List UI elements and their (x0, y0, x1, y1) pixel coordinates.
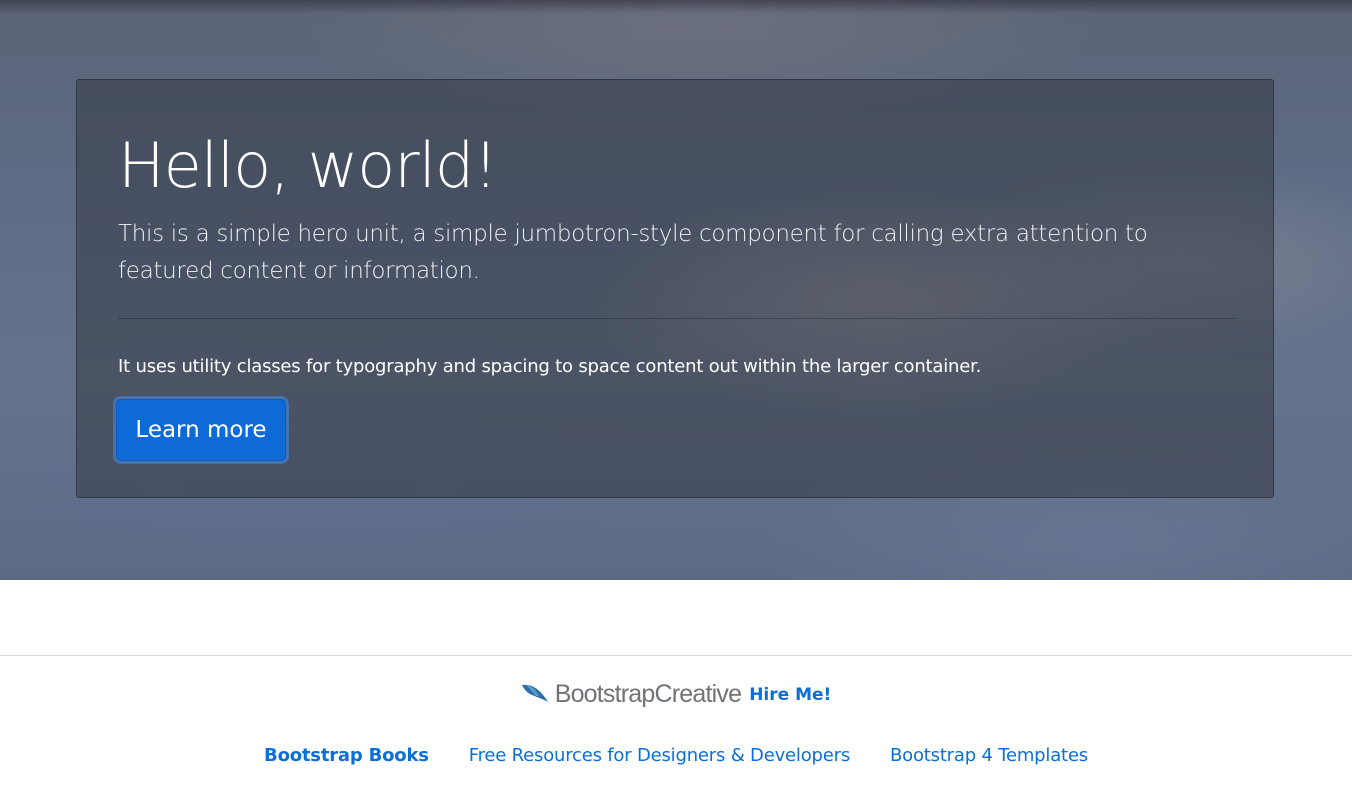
brand-logo-link[interactable]: BootstrapCreative (521, 680, 742, 709)
footer-link-free-resources[interactable]: Free Resources for Designers & Developer… (469, 742, 850, 770)
hero-body-text: It uses utility classes for typography a… (118, 356, 982, 377)
footer-links: Bootstrap Books Free Resources for Desig… (0, 742, 1352, 770)
footer-link-bootstrap-templates[interactable]: Bootstrap 4 Templates (890, 742, 1088, 770)
hire-me-link[interactable]: Hire Me! (749, 685, 831, 705)
hero-heading: Hello, world! (118, 129, 498, 202)
brand-name: BootstrapCreative (554, 679, 742, 708)
footer-divider (0, 655, 1352, 656)
hero-divider (118, 318, 1235, 319)
bootstrapcreative-swoosh-icon (521, 682, 553, 706)
jumbotron: Hello, world! This is a simple hero unit… (76, 79, 1274, 498)
top-shadow (0, 0, 1352, 14)
hero-background: Hello, world! This is a simple hero unit… (0, 0, 1352, 580)
footer-brand-row: BootstrapCreative Hire Me! (0, 676, 1352, 712)
footer-link-bootstrap-books[interactable]: Bootstrap Books (264, 742, 429, 770)
hero-lead-text: This is a simple hero unit, a simple jum… (118, 221, 1148, 284)
learn-more-button[interactable]: Learn more (116, 399, 286, 461)
